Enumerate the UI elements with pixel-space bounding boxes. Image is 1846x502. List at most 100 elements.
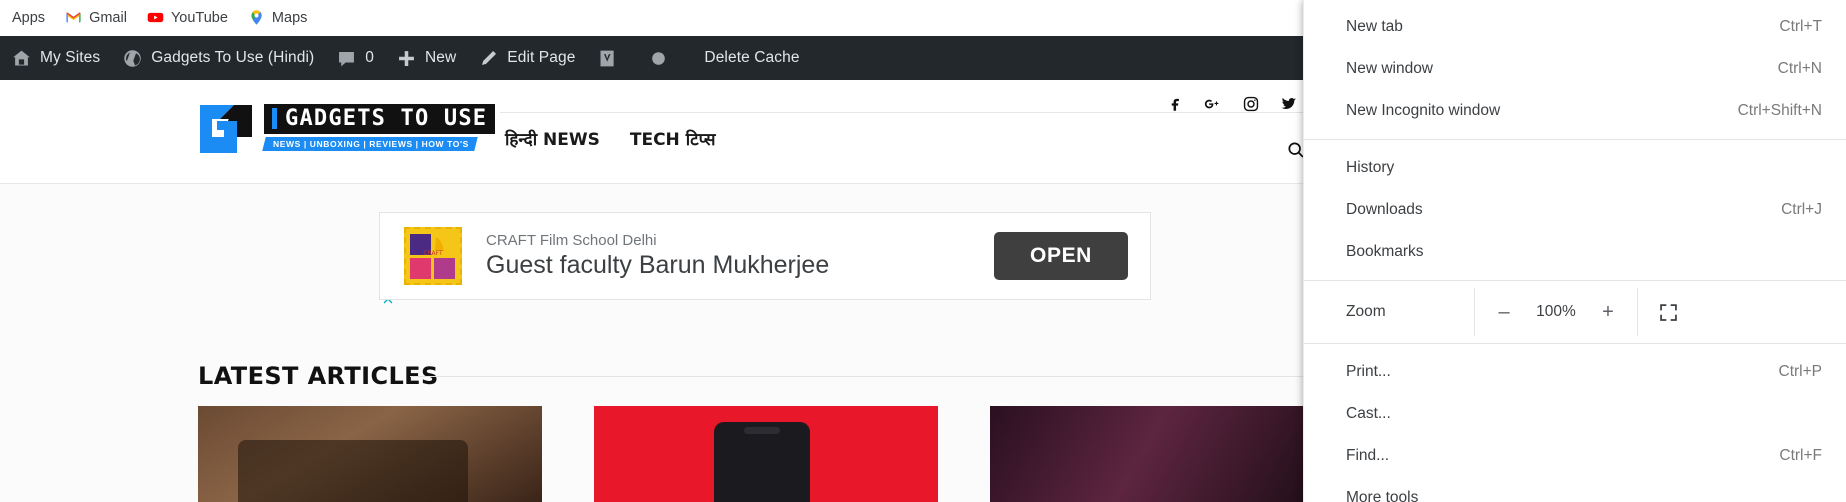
menu-zoom-label: Zoom (1346, 303, 1386, 320)
menu-item-new-tab-label: New tab (1346, 18, 1403, 35)
menu-item-new-tab-accel: Ctrl+T (1779, 18, 1822, 35)
fullscreen-icon[interactable] (1638, 288, 1698, 336)
admin-bar-edit-page[interactable]: Edit Page (467, 36, 586, 80)
ad-banner[interactable]: CRAFT CRAFT Film School Delhi Guest facu… (379, 212, 1151, 300)
menu-separator-2 (1304, 280, 1846, 281)
site-logo-title: GADGETS TO USE (285, 106, 488, 131)
zoom-controls: – 100% + (1474, 288, 1638, 336)
chrome-main-menu: New tab Ctrl+T New window Ctrl+N New Inc… (1303, 0, 1846, 502)
menu-item-find-accel: Ctrl+F (1779, 447, 1822, 464)
site-logo-text: GADGETS TO USE NEWS | UNBOXING | REVIEWS… (262, 104, 496, 152)
instagram-icon[interactable] (1241, 94, 1260, 113)
plus-icon (396, 48, 417, 69)
menu-item-new-incognito-window-accel: Ctrl+Shift+N (1737, 102, 1822, 119)
menu-item-bookmarks-label: Bookmarks (1346, 243, 1424, 260)
menu-item-find-label: Find... (1346, 447, 1390, 464)
article-card-3[interactable] (990, 406, 1334, 502)
admin-bar-delete-cache[interactable]: Delete Cache (688, 36, 810, 80)
menu-item-new-window-accel: Ctrl+N (1777, 60, 1822, 77)
site-nav: हिन्दी NEWS TECH टिप्स (505, 127, 716, 150)
article-list (198, 406, 1334, 502)
ad-headline: Guest faculty Barun Mukherjee (486, 251, 830, 279)
youtube-icon (147, 9, 164, 26)
admin-bar-comments[interactable]: 0 (325, 36, 385, 80)
ad-advertiser: CRAFT Film School Delhi (486, 232, 657, 249)
admin-bar-my-sites[interactable]: My Sites (0, 36, 111, 80)
menu-item-cast[interactable]: Cast... (1304, 393, 1846, 435)
zoom-level-value: 100% (1536, 303, 1576, 320)
zoom-in-button[interactable]: + (1587, 291, 1629, 333)
phone-notch-icon (744, 427, 780, 434)
twitter-icon[interactable] (1279, 94, 1298, 113)
admin-bar-new[interactable]: New (385, 36, 467, 80)
menu-item-cast-label: Cast... (1346, 405, 1391, 422)
menu-item-new-incognito-window-label: New Incognito window (1346, 102, 1501, 119)
gadgets-to-use-mark-icon (198, 103, 254, 153)
bookmark-gmail[interactable]: Gmail (55, 4, 137, 32)
menu-item-bookmarks[interactable]: Bookmarks (1304, 231, 1846, 273)
svg-text:CRAFT: CRAFT (423, 250, 443, 257)
menu-item-print[interactable]: Print... Ctrl+P (1304, 351, 1846, 393)
site-logo-title-bar: GADGETS TO USE (264, 104, 496, 134)
article-thumb-2-image (714, 422, 810, 502)
menu-item-history[interactable]: History (1304, 147, 1846, 189)
menu-item-find[interactable]: Find... Ctrl+F (1304, 435, 1846, 477)
admin-bar-site-name-label: Gadgets To Use (Hindi) (151, 49, 315, 66)
bookmark-youtube-label: YouTube (170, 9, 228, 26)
page-title: LATEST ARTICLES (198, 362, 439, 390)
menu-item-downloads-label: Downloads (1346, 201, 1423, 218)
facebook-icon[interactable] (1165, 94, 1184, 113)
menu-zoom-row: Zoom – 100% + (1304, 288, 1846, 336)
bookmark-maps-label: Maps (271, 9, 308, 26)
menu-item-new-tab[interactable]: New tab Ctrl+T (1304, 6, 1846, 48)
bookmark-gmail-label: Gmail (89, 9, 127, 26)
menu-item-print-accel: Ctrl+P (1778, 363, 1823, 380)
wordpress-home-icon (11, 48, 32, 69)
site-dashboard-icon (122, 48, 143, 69)
zoom-out-button[interactable]: – (1483, 291, 1525, 333)
article-thumb-1-image (238, 440, 468, 502)
admin-bar-site-name[interactable]: Gadgets To Use (Hindi) (111, 36, 325, 80)
article-card-2[interactable] (594, 406, 938, 502)
ad-open-button[interactable]: OPEN (994, 232, 1128, 280)
admin-bar-new-label: New (424, 49, 457, 66)
menu-separator-1 (1304, 139, 1846, 140)
ad-text-block: CRAFT Film School Delhi Guest faculty Ba… (486, 232, 994, 280)
site-logo-tagline: NEWS | UNBOXING | REVIEWS | HOW TO'S (273, 139, 469, 149)
gmail-icon (65, 9, 82, 26)
site-logo[interactable]: GADGETS TO USE NEWS | UNBOXING | REVIEWS… (198, 100, 496, 156)
menu-item-new-window[interactable]: New window Ctrl+N (1304, 48, 1846, 90)
nav-item-tech-tips[interactable]: TECH टिप्स (630, 127, 716, 150)
admin-bar-yoast[interactable] (586, 36, 637, 80)
menu-item-new-window-label: New window (1346, 60, 1434, 77)
menu-item-history-label: History (1346, 159, 1395, 176)
google-plus-icon[interactable] (1203, 94, 1222, 113)
ad-thumbnail: CRAFT (404, 227, 462, 285)
admin-bar-status[interactable] (637, 36, 688, 80)
menu-separator-3 (1304, 343, 1846, 344)
bookmark-apps-label: Apps (12, 9, 46, 26)
bookmark-maps[interactable]: Maps (238, 4, 317, 32)
bookmark-youtube[interactable]: YouTube (137, 4, 238, 32)
article-card-1[interactable] (198, 406, 542, 502)
browser-screenshot: Apps Gmail YouTube Maps My Sites Gadgets… (0, 0, 1846, 502)
logo-accent-bar-icon (272, 108, 277, 129)
menu-item-new-incognito-window[interactable]: New Incognito window Ctrl+Shift+N (1304, 90, 1846, 132)
admin-bar-delete-cache-label: Delete Cache (704, 49, 800, 66)
admin-bar-comments-count: 0 (365, 49, 374, 66)
menu-item-more-tools-label: More tools (1346, 489, 1419, 502)
comment-bubble-icon (336, 48, 357, 69)
menu-item-downloads-accel: Ctrl+J (1781, 201, 1822, 218)
pencil-icon (478, 48, 499, 69)
bookmark-apps[interactable]: Apps (2, 4, 55, 32)
admin-bar-edit-page-label: Edit Page (507, 49, 576, 66)
menu-item-downloads[interactable]: Downloads Ctrl+J (1304, 189, 1846, 231)
maps-pin-icon (248, 9, 265, 26)
nav-item-hindi-news[interactable]: हिन्दी NEWS (505, 127, 600, 150)
site-logo-tagline-wrap: NEWS | UNBOXING | REVIEWS | HOW TO'S (262, 137, 478, 151)
social-links (1165, 94, 1298, 113)
menu-item-more-tools[interactable]: More tools (1304, 477, 1846, 502)
status-dot-icon (648, 48, 669, 69)
yoast-seo-icon (597, 48, 618, 69)
admin-bar-my-sites-label: My Sites (40, 49, 101, 66)
